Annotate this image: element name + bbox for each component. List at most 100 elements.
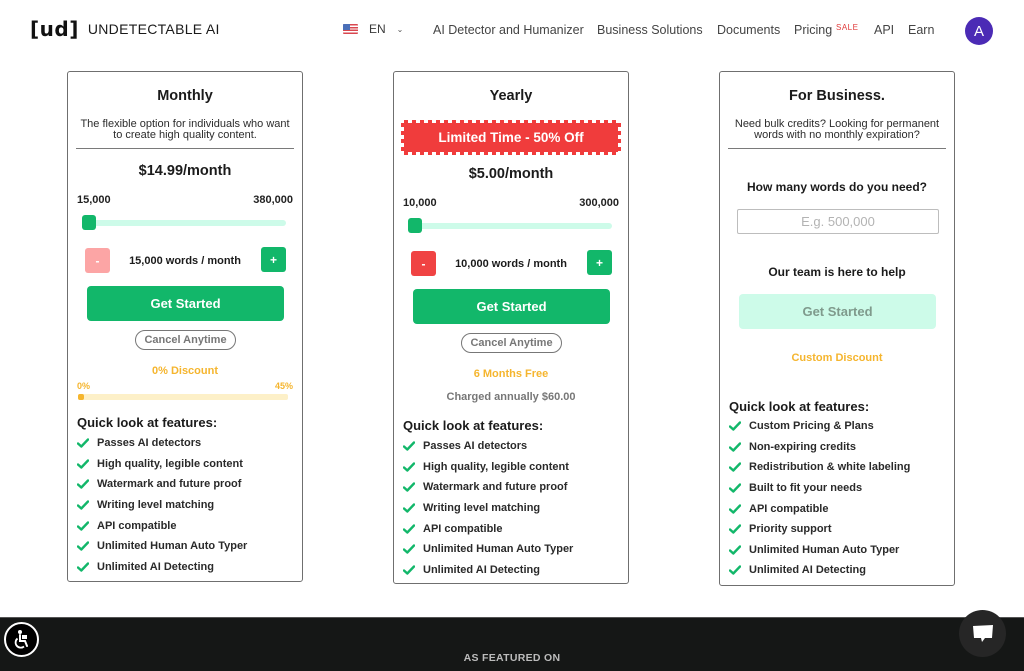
words-needed-question: How many words do you need? — [746, 180, 928, 194]
check-icon — [729, 565, 741, 576]
feature-item: API compatible — [77, 515, 247, 536]
check-icon — [77, 520, 89, 531]
chevron-down-icon: ⌄ — [396, 24, 404, 34]
logo-text: UNDETECTABLE AI — [87, 21, 220, 37]
feature-item: High quality, legible content — [403, 457, 573, 478]
feature-list: Passes AI detectors High quality, legible… — [77, 433, 247, 577]
feature-label: Unlimited AI Detecting — [97, 560, 214, 573]
word-slider[interactable] — [82, 215, 286, 230]
help-text: Our team is here to help — [768, 265, 906, 279]
check-icon — [77, 562, 89, 572]
nav-documents[interactable]: Documents — [717, 23, 780, 37]
nav-business-solutions[interactable]: Business Solutions — [597, 23, 703, 37]
check-icon — [403, 462, 415, 472]
bonus-text: 6 Months Free — [473, 368, 549, 380]
language-selector[interactable]: EN ⌄ — [343, 22, 403, 36]
range-max: 380,000 — [253, 194, 293, 206]
top-navigation: [ud] UNDETECTABLE AI EN ⌄ AI Detector an… — [0, 0, 1024, 60]
feature-label: Writing level matching — [423, 502, 541, 515]
divider — [728, 148, 946, 149]
feature-item: Unlimited Human Auto Typer — [729, 540, 910, 561]
language-label: EN — [369, 22, 386, 36]
check-icon — [77, 500, 89, 510]
feature-label: Unlimited Human Auto Typer — [423, 543, 574, 556]
features-title: Quick look at features: — [729, 399, 870, 414]
user-avatar[interactable]: A — [965, 17, 993, 45]
word-slider[interactable] — [408, 218, 612, 233]
banner-edge — [401, 123, 404, 152]
chat-button[interactable] — [959, 610, 1006, 657]
feature-list: Custom Pricing & Plans Non-expiring credi… — [729, 416, 910, 581]
cancel-anytime-badge: Cancel Anytime — [461, 333, 562, 353]
check-icon — [729, 503, 741, 514]
feature-item: Unlimited AI Detecting — [729, 560, 910, 581]
footer: AS FEATURED ON — [0, 617, 1024, 671]
check-icon — [729, 421, 741, 431]
plan-price: $5.00/month — [468, 166, 554, 182]
feature-label: Priority support — [749, 523, 832, 536]
feature-label: Unlimited AI Detecting — [423, 563, 540, 576]
feature-item: Non-expiring credits — [729, 437, 910, 458]
increase-words-button[interactable]: + — [261, 247, 286, 272]
plan-title: Yearly — [489, 88, 533, 104]
slider-thumb[interactable] — [408, 218, 422, 233]
features-title: Quick look at features: — [77, 415, 218, 430]
discount-progress — [78, 394, 288, 400]
feature-item: Passes AI detectors — [403, 436, 573, 457]
feature-item: API compatible — [403, 518, 573, 539]
get-started-button[interactable]: Get Started — [413, 289, 610, 324]
nav-api[interactable]: API — [874, 23, 894, 37]
feature-item: Writing level matching — [77, 495, 247, 516]
increase-words-button[interactable]: + — [587, 250, 612, 275]
logo[interactable]: [ud] UNDETECTABLE AI — [30, 17, 220, 41]
check-icon — [729, 462, 741, 473]
discount-text: 0% Discount — [151, 365, 218, 377]
plan-price: $14.99/month — [138, 163, 232, 179]
feature-label: Redistribution & white labeling — [749, 461, 911, 474]
discount-max: 45% — [274, 381, 293, 391]
feature-item: Passes AI detectors — [77, 433, 247, 454]
nav-ai-detector-humanizer[interactable]: AI Detector and Humanizer — [433, 23, 584, 37]
us-flag-icon — [343, 24, 358, 34]
feature-label: API compatible — [423, 522, 503, 535]
feature-item: Unlimited Human Auto Typer — [403, 539, 573, 560]
check-icon — [77, 438, 89, 448]
cancel-anytime-badge: Cancel Anytime — [135, 330, 236, 350]
plan-description: The flexible option for individuals who … — [80, 118, 290, 141]
feature-label: Passes AI detectors — [97, 437, 202, 450]
get-started-button[interactable]: Get Started — [87, 286, 284, 321]
feature-item: Watermark and future proof — [77, 474, 247, 495]
check-icon — [403, 523, 415, 534]
range-min: 15,000 — [77, 194, 111, 206]
feature-label: High quality, legible content — [97, 457, 243, 470]
check-icon — [403, 482, 415, 493]
words-needed-input[interactable] — [737, 209, 939, 234]
feature-label: API compatible — [97, 519, 177, 532]
banner-text: Limited Time - 50% Off — [438, 130, 584, 145]
feature-item: Unlimited AI Detecting — [403, 560, 573, 581]
feature-label: Built to fit your needs — [749, 482, 863, 495]
feature-label: Watermark and future proof — [423, 481, 568, 494]
slider-thumb[interactable] — [82, 215, 96, 230]
feature-label: Non-expiring credits — [749, 440, 856, 453]
feature-item: Built to fit your needs — [729, 478, 910, 499]
get-started-button[interactable]: Get Started — [739, 294, 936, 329]
plan-description: Need bulk credits? Looking for permanent… — [734, 118, 940, 141]
feature-item: Writing level matching — [403, 498, 573, 519]
check-icon — [77, 541, 89, 551]
nav-earn[interactable]: Earn — [908, 23, 934, 37]
feature-item: Redistribution & white labeling — [729, 457, 910, 478]
range-min: 10,000 — [403, 197, 437, 209]
nav-pricing[interactable]: Pricing — [794, 23, 832, 37]
wheelchair-icon — [14, 629, 28, 649]
features-title: Quick look at features: — [403, 418, 544, 433]
feature-item: API compatible — [729, 498, 910, 519]
check-icon — [403, 565, 415, 575]
feature-label: Unlimited Human Auto Typer — [749, 543, 900, 556]
chat-bubble-icon — [972, 624, 993, 642]
divider — [76, 148, 294, 149]
feature-list: Passes AI detectors High quality, legible… — [403, 436, 573, 580]
charged-annually: Charged annually $60.00 — [446, 391, 576, 403]
check-icon — [403, 544, 415, 554]
accessibility-button[interactable] — [4, 622, 39, 657]
